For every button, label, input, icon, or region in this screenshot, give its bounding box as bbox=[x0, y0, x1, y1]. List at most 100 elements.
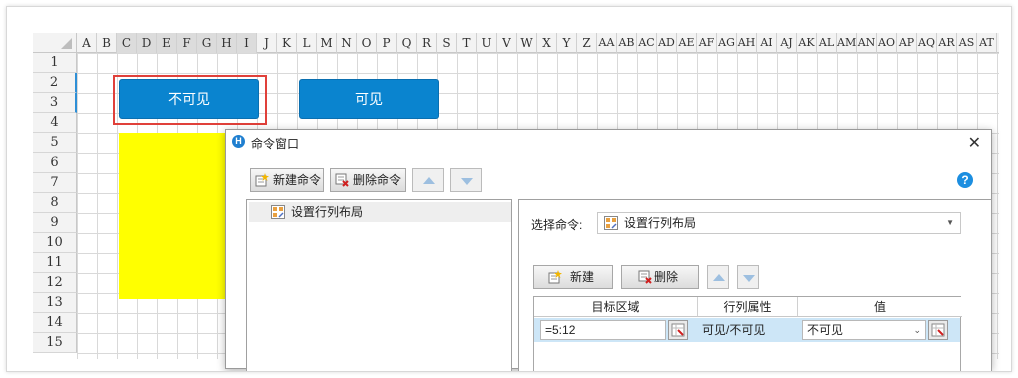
target-range-input[interactable]: =5:12 bbox=[540, 320, 666, 340]
row-header-15[interactable]: 15 bbox=[33, 333, 77, 353]
move-down-button[interactable] bbox=[450, 168, 482, 192]
select-all-corner[interactable] bbox=[33, 33, 77, 53]
row-header-4[interactable]: 4 bbox=[33, 113, 77, 133]
column-header-d[interactable]: D bbox=[137, 33, 157, 53]
column-header-as[interactable]: AS bbox=[957, 33, 977, 53]
column-header-value: 值 bbox=[798, 297, 962, 317]
property-value: 可见/不可见 bbox=[702, 323, 766, 337]
column-header-u[interactable]: U bbox=[477, 33, 497, 53]
column-header-ae[interactable]: AE bbox=[677, 33, 697, 53]
move-up-button[interactable] bbox=[412, 168, 444, 192]
delete-icon bbox=[638, 270, 652, 284]
range-picker-icon[interactable] bbox=[668, 320, 688, 340]
column-header-ab[interactable]: AB bbox=[617, 33, 637, 53]
arrow-down-icon bbox=[461, 178, 473, 185]
column-header-bar: A B C D E F G H I J K L M N O P Q R S T U V W X Y Z AA AB AC AD AE AF AG… bbox=[33, 33, 999, 53]
arrow-down-icon bbox=[743, 275, 755, 282]
new-row-button[interactable]: 新建 bbox=[533, 265, 613, 289]
invisible-button[interactable]: 不可见 bbox=[119, 79, 259, 119]
delete-command-button[interactable]: 删除命令 bbox=[330, 168, 406, 192]
row-header-11[interactable]: 11 bbox=[33, 253, 77, 273]
column-header-b[interactable]: B bbox=[97, 33, 117, 53]
column-header-ak[interactable]: AK bbox=[797, 33, 817, 53]
value-picker-icon[interactable] bbox=[928, 320, 948, 340]
column-header-an[interactable]: AN bbox=[857, 33, 877, 53]
column-header-v[interactable]: V bbox=[497, 33, 517, 53]
column-header-n[interactable]: N bbox=[337, 33, 357, 53]
value-dropdown-text: 不可见 bbox=[807, 323, 844, 337]
command-list-item-label: 设置行列布局 bbox=[291, 205, 364, 219]
visible-button[interactable]: 可见 bbox=[299, 79, 439, 119]
column-header-l[interactable]: L bbox=[297, 33, 317, 53]
row-header-14[interactable]: 14 bbox=[33, 313, 77, 333]
column-header-h[interactable]: H bbox=[217, 33, 237, 53]
column-header-r[interactable]: R bbox=[417, 33, 437, 53]
column-header-p[interactable]: P bbox=[377, 33, 397, 53]
column-header-aq[interactable]: AQ bbox=[917, 33, 937, 53]
column-header-ap[interactable]: AP bbox=[897, 33, 917, 53]
column-header-o[interactable]: O bbox=[357, 33, 377, 53]
new-command-button[interactable]: 新建命令 bbox=[250, 168, 324, 192]
row-move-up-button[interactable] bbox=[707, 265, 729, 289]
column-header-i[interactable]: I bbox=[237, 33, 257, 53]
column-header-z[interactable]: Z bbox=[577, 33, 597, 53]
column-header-f[interactable]: F bbox=[177, 33, 197, 53]
row-header-3[interactable]: 3 bbox=[33, 93, 77, 113]
layout-icon bbox=[604, 216, 618, 230]
column-header-s[interactable]: S bbox=[437, 33, 457, 53]
column-header-w[interactable]: W bbox=[517, 33, 537, 53]
app-logo-icon: H bbox=[232, 135, 245, 148]
column-header-t[interactable]: T bbox=[457, 33, 477, 53]
command-list-item[interactable]: 设置行列布局 bbox=[249, 202, 511, 222]
column-header-ad[interactable]: AD bbox=[657, 33, 677, 53]
row-header-6[interactable]: 6 bbox=[33, 153, 77, 173]
column-header-ai[interactable]: AI bbox=[757, 33, 777, 53]
column-header-am[interactable]: AM bbox=[837, 33, 857, 53]
table-row[interactable]: =5:12 可见/不可见 不可见 ⌄ bbox=[534, 318, 960, 342]
column-header-ah[interactable]: AH bbox=[737, 33, 757, 53]
column-header-e[interactable]: E bbox=[157, 33, 177, 53]
column-header-c[interactable]: C bbox=[117, 33, 137, 53]
row-header-7[interactable]: 7 bbox=[33, 173, 77, 193]
row-header-1[interactable]: 1 bbox=[33, 53, 77, 73]
row-header-12[interactable]: 12 bbox=[33, 273, 77, 293]
column-header-x[interactable]: X bbox=[537, 33, 557, 53]
row-header-5[interactable]: 5 bbox=[33, 133, 77, 153]
column-header-j[interactable]: J bbox=[257, 33, 277, 53]
row-header-8[interactable]: 8 bbox=[33, 193, 77, 213]
select-command-dropdown[interactable]: 设置行列布局 ▼ bbox=[597, 212, 961, 234]
row-move-down-button[interactable] bbox=[737, 265, 759, 289]
column-header-k[interactable]: K bbox=[277, 33, 297, 53]
column-header-y[interactable]: Y bbox=[557, 33, 577, 53]
chevron-down-icon: ▼ bbox=[946, 218, 954, 227]
column-header-q[interactable]: Q bbox=[397, 33, 417, 53]
column-header-ag[interactable]: AG bbox=[717, 33, 737, 53]
delete-command-label: 删除命令 bbox=[353, 173, 402, 187]
dialog-titlebar: H 命令窗口 ✕ bbox=[226, 130, 991, 154]
row-header-9[interactable]: 9 bbox=[33, 213, 77, 233]
yellow-cell-block bbox=[119, 133, 239, 299]
column-header-at[interactable]: AT bbox=[977, 33, 997, 53]
help-icon[interactable]: ? bbox=[957, 172, 973, 188]
screenshot-frame: A B C D E F G H I J K L M N O P Q R S T U V W X Y Z AA AB AC AD AE AF AG… bbox=[6, 6, 1012, 372]
column-header-af[interactable]: AF bbox=[697, 33, 717, 53]
column-header-aa[interactable]: AA bbox=[597, 33, 617, 53]
column-header-ao[interactable]: AO bbox=[877, 33, 897, 53]
row-header-13[interactable]: 13 bbox=[33, 293, 77, 313]
new-icon bbox=[548, 270, 562, 284]
column-header-a[interactable]: A bbox=[77, 33, 97, 53]
row-header-10[interactable]: 10 bbox=[33, 233, 77, 253]
row-header-2[interactable]: 2 bbox=[33, 73, 77, 93]
column-header-m[interactable]: M bbox=[317, 33, 337, 53]
column-header-al[interactable]: AL bbox=[817, 33, 837, 53]
close-icon[interactable]: ✕ bbox=[968, 133, 981, 153]
column-header-g[interactable]: G bbox=[197, 33, 217, 53]
delete-row-button[interactable]: 删除 bbox=[621, 265, 699, 289]
column-header-aj[interactable]: AJ bbox=[777, 33, 797, 53]
layout-table: 目标区域 行列属性 值 =5:12 可见/不可见 不可见 ⌄ bbox=[533, 296, 962, 371]
new-command-icon bbox=[255, 173, 269, 187]
value-dropdown[interactable]: 不可见 ⌄ bbox=[802, 320, 926, 340]
column-header-ar[interactable]: AR bbox=[937, 33, 957, 53]
column-header-ac[interactable]: AC bbox=[637, 33, 657, 53]
command-window: H 命令窗口 ✕ 新建命令 删除命令 ? 设置行列布局 选择命令: 设置行列布局 bbox=[225, 129, 992, 371]
